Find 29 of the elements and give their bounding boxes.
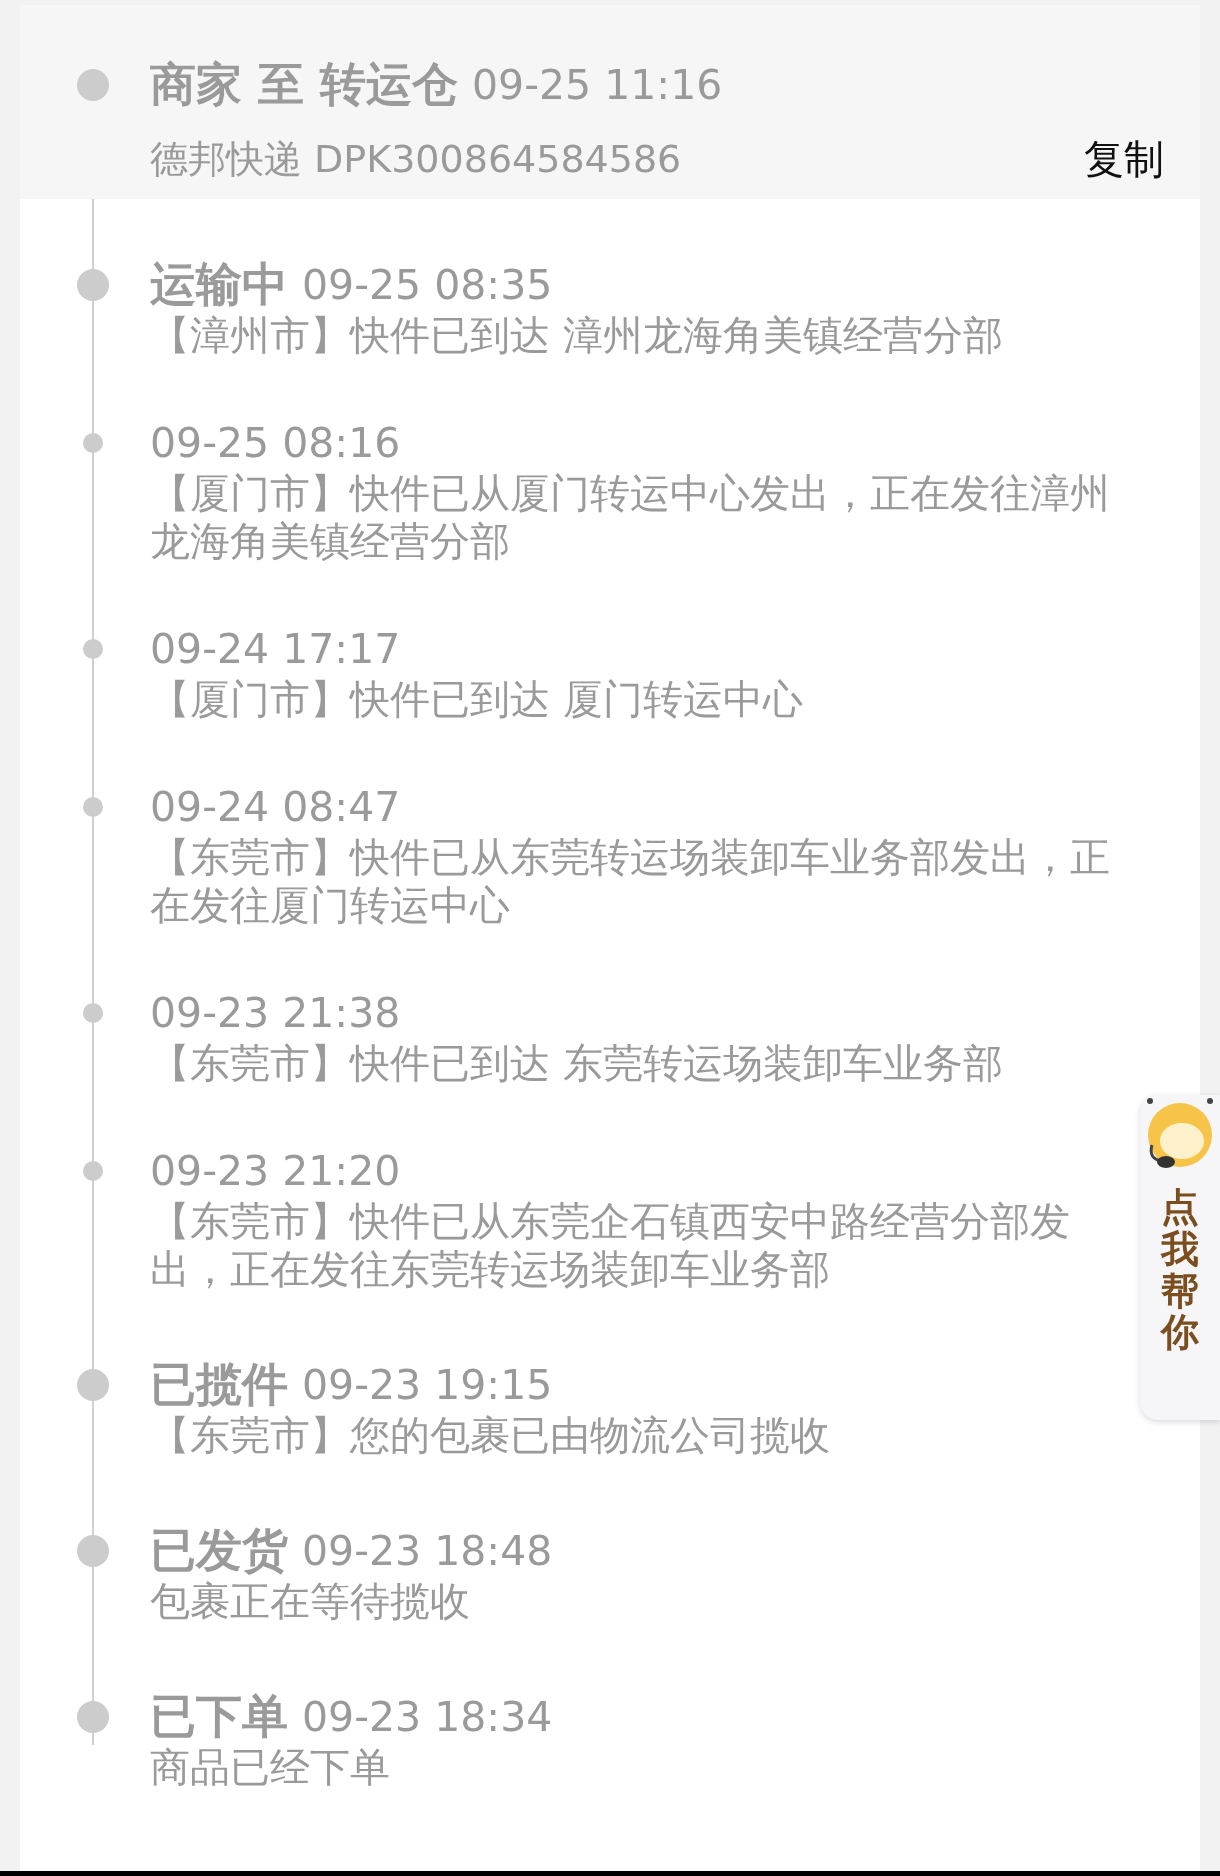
- status-title: 已发货: [150, 1522, 288, 1579]
- event-time: 09-24 08:47: [150, 783, 401, 831]
- event-time: 09-23 21:38: [150, 989, 401, 1037]
- status-title: 运输中: [150, 256, 288, 313]
- timeline-dot: [77, 69, 109, 101]
- event-time: 09-25 08:16: [150, 419, 401, 467]
- event-time: 09-24 17:17: [150, 625, 401, 673]
- status-title: 已下单: [150, 1688, 288, 1745]
- event-description: 商品已经下单: [150, 1743, 391, 1791]
- help-tab[interactable]: 点我帮你: [1140, 1095, 1220, 1420]
- copy-button[interactable]: 复制: [1084, 131, 1164, 187]
- status-title: 已揽件: [150, 1356, 288, 1413]
- event-time: 09-25 11:16: [472, 61, 723, 109]
- event-description: 包裹正在等待揽收: [150, 1577, 471, 1625]
- help-label: 点我帮你: [1161, 1187, 1199, 1355]
- event-description: 【东莞市】您的包裹已由物流公司揽收: [150, 1411, 831, 1459]
- event-time: 09-23 18:48: [302, 1527, 553, 1575]
- event-description: 【厦门市】快件已从厦门转运中心发出，正在发往漳州龙海角美镇经营分部: [150, 469, 1111, 565]
- event-description: 【东莞市】快件已从东莞转运场装卸车业务部发出，正在发往厦门转运中心: [150, 833, 1111, 929]
- event-description: 【东莞市】快件已到达 东莞转运场装卸车业务部: [150, 1039, 1004, 1087]
- event-time: 09-23 21:20: [150, 1147, 401, 1195]
- event-time: 09-25 08:35: [302, 261, 553, 309]
- event-time: 09-23 18:34: [302, 1693, 553, 1741]
- event-description: 【厦门市】快件已到达 厦门转运中心: [150, 675, 804, 723]
- event-description: 【漳州市】快件已到达 漳州龙海角美镇经营分部: [150, 311, 1004, 359]
- event-time: 09-23 19:15: [302, 1361, 553, 1409]
- tracking-number: 德邦快递 DPK300864584586: [150, 135, 682, 183]
- event-description: 【东莞市】快件已从东莞企石镇西安中路经营分部发出，正在发往东莞转运场装卸车业务部: [150, 1197, 1071, 1293]
- status-title: 商家 至 转运仓: [150, 56, 459, 113]
